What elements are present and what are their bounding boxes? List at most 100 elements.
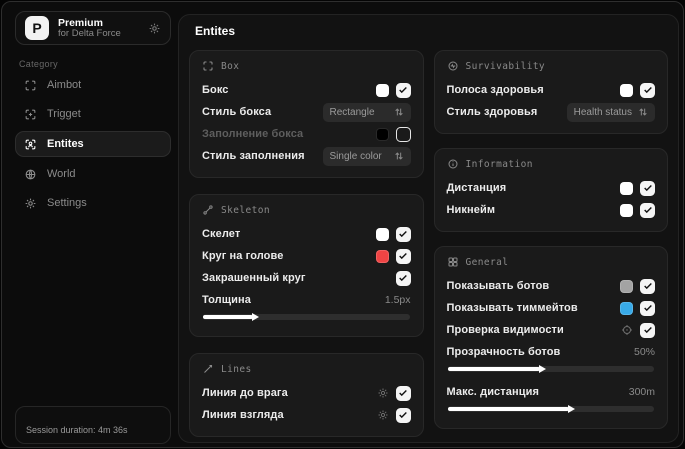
sidebar-item-label: Aimbot <box>47 79 82 91</box>
setting-label: Макс. дистанция <box>446 386 539 398</box>
sidebar-item-entites[interactable]: Entites <box>15 131 171 157</box>
color-swatch[interactable] <box>620 279 633 293</box>
checkbox[interactable] <box>640 278 655 294</box>
sidebar-item-label: Trigget <box>47 108 81 120</box>
health-style-dropdown[interactable]: Health status <box>566 102 655 122</box>
updown-icon <box>394 152 403 160</box>
setting-label: Показывать ботов <box>446 280 550 292</box>
checkbox[interactable] <box>395 385 411 401</box>
checkbox[interactable] <box>395 407 411 423</box>
updown-icon <box>394 108 403 116</box>
color-swatch[interactable] <box>375 127 389 141</box>
color-swatch[interactable] <box>375 249 389 263</box>
general-grid-icon <box>448 257 457 267</box>
setting-row: Проверка видимости <box>446 319 655 341</box>
checkbox[interactable] <box>640 82 655 98</box>
setting-label: Никнейм <box>446 204 496 216</box>
setting-label: Круг на голове <box>202 250 284 262</box>
setting-label: Полоса здоровья <box>446 84 544 96</box>
slider-value: 1.5px <box>384 294 411 306</box>
checkbox[interactable] <box>640 300 655 316</box>
panel-survivability: Survivability Полоса здоровья Стиль здор… <box>433 50 668 134</box>
sidebar-item-world[interactable]: World <box>15 162 171 186</box>
setting-row: Заполнение бокса <box>202 123 411 145</box>
sidebar: P Premium for Delta Force Category Aimbo… <box>2 2 177 447</box>
setting-row: Стиль бокса Rectangle <box>202 101 411 123</box>
panel-title: Box <box>221 60 240 72</box>
setting-row: Скелет <box>202 223 411 245</box>
category-label: Category <box>19 59 58 69</box>
session-duration: Session duration: 4m 36s <box>26 425 128 435</box>
color-swatch[interactable] <box>620 181 633 195</box>
line-settings-gear-icon[interactable] <box>377 387 389 399</box>
color-swatch[interactable] <box>620 203 633 217</box>
panel-information: Information Дистанция Никнейм <box>433 148 668 232</box>
checkbox[interactable] <box>640 180 655 196</box>
visibility-scope-icon[interactable] <box>621 324 633 336</box>
setting-label: Стиль бокса <box>202 106 272 118</box>
setting-row: Закрашенный круг <box>202 267 411 289</box>
slider-thumb[interactable] <box>251 313 259 321</box>
slider-value: 300m <box>628 386 655 398</box>
checkbox[interactable] <box>395 126 411 142</box>
skeleton-icon <box>203 205 213 215</box>
checkbox[interactable] <box>640 202 655 218</box>
session-card: Session duration: 4m 36s <box>15 406 171 444</box>
slider-thumb[interactable] <box>539 365 547 373</box>
slider-thumb[interactable] <box>568 405 576 413</box>
slider-value: 50% <box>633 346 655 358</box>
page-title: Entites <box>195 24 236 38</box>
setting-row: Бокс <box>202 79 411 101</box>
setting-label: Закрашенный круг <box>202 272 306 284</box>
color-swatch[interactable] <box>620 301 633 315</box>
main-content: Entites Box Бокс Стиль бокса Rectangle З… <box>178 14 679 443</box>
trigger-icon <box>25 109 36 119</box>
setting-row: Полоса здоровья <box>446 79 655 101</box>
checkbox[interactable] <box>395 82 411 98</box>
setting-row: Круг на голове <box>202 245 411 267</box>
setting-label: Прозрачность ботов <box>446 346 561 358</box>
app-logo: P <box>25 16 49 40</box>
color-swatch[interactable] <box>375 227 389 241</box>
setting-label: Скелет <box>202 228 241 240</box>
setting-row: Никнейм <box>446 199 655 221</box>
checkbox[interactable] <box>395 270 411 286</box>
logo-card: P Premium for Delta Force <box>15 11 171 45</box>
sidebar-item-label: Entites <box>47 138 84 150</box>
checkbox[interactable] <box>395 248 411 264</box>
sidebar-item-label: World <box>47 168 76 180</box>
sidebar-item-settings[interactable]: Settings <box>15 191 171 215</box>
line-settings-gear-icon[interactable] <box>377 409 389 421</box>
world-icon <box>25 169 36 179</box>
setting-row: Стиль заполнения Single color <box>202 145 411 167</box>
panel-title: Lines <box>221 363 252 375</box>
box-icon <box>203 61 213 71</box>
panel-general: General Показывать ботов Показывать тимм… <box>433 246 668 429</box>
bot-opacity-slider[interactable] <box>447 365 654 373</box>
sidebar-item-aimbot[interactable]: Aimbot <box>15 73 171 97</box>
setting-label: Стиль здоровья <box>446 106 538 118</box>
setting-row: Линия до врага <box>202 382 411 404</box>
setting-row: Макс. дистанция 300m <box>447 381 656 403</box>
panel-box: Box Бокс Стиль бокса Rectangle Заполнени… <box>189 50 424 178</box>
box-style-dropdown[interactable]: Rectangle <box>322 102 411 122</box>
setting-label: Показывать тиммейтов <box>446 302 578 314</box>
color-swatch[interactable] <box>375 83 389 97</box>
sidebar-item-trigget[interactable]: Trigget <box>15 102 171 126</box>
app-subtitle: for Delta Force <box>58 27 121 39</box>
app-title: Premium <box>58 16 103 29</box>
aimbot-icon <box>25 80 36 90</box>
panel-title: Information <box>465 158 533 170</box>
thickness-slider[interactable] <box>203 313 410 321</box>
color-swatch[interactable] <box>620 83 633 97</box>
max-distance-slider[interactable] <box>447 405 654 413</box>
setting-label: Проверка видимости <box>446 324 564 336</box>
checkbox[interactable] <box>395 226 411 242</box>
sidebar-nav: Aimbot Trigget Entites World Settings <box>15 73 171 220</box>
gear-icon[interactable] <box>148 22 161 35</box>
dropdown-value: Health status <box>573 106 632 118</box>
panel-title: General <box>465 256 509 268</box>
checkbox[interactable] <box>640 322 655 338</box>
setting-label: Линия взгляда <box>202 409 284 421</box>
fill-style-dropdown[interactable]: Single color <box>322 146 411 166</box>
